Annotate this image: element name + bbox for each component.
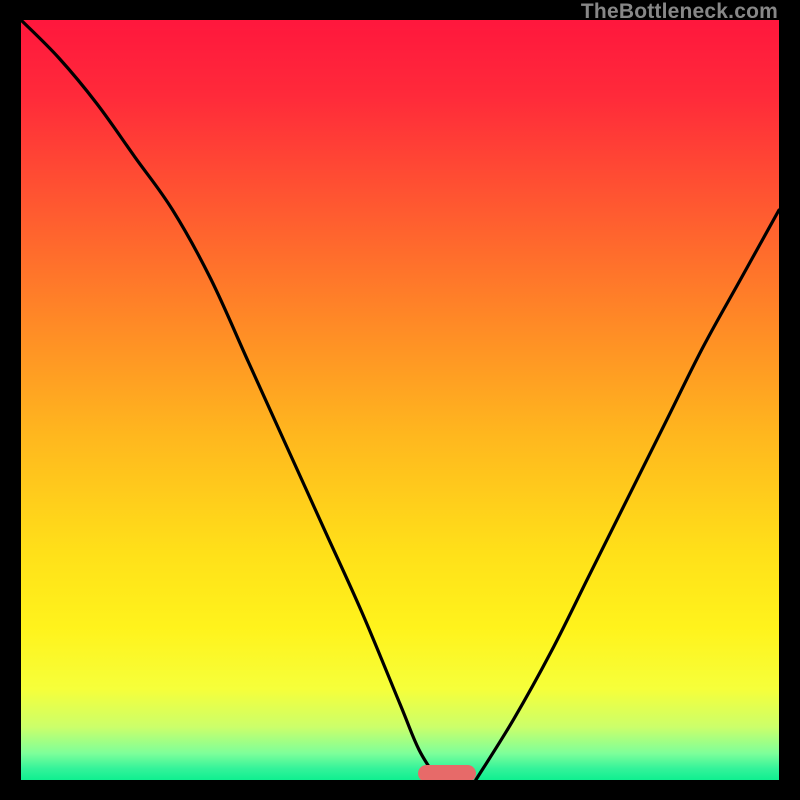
bottleneck-curves bbox=[21, 20, 779, 780]
right-curve bbox=[476, 210, 779, 780]
plot-area bbox=[21, 20, 779, 780]
optimal-marker bbox=[418, 765, 476, 780]
chart-frame: TheBottleneck.com bbox=[0, 0, 800, 800]
left-curve bbox=[21, 20, 438, 780]
watermark-text: TheBottleneck.com bbox=[581, 0, 778, 24]
